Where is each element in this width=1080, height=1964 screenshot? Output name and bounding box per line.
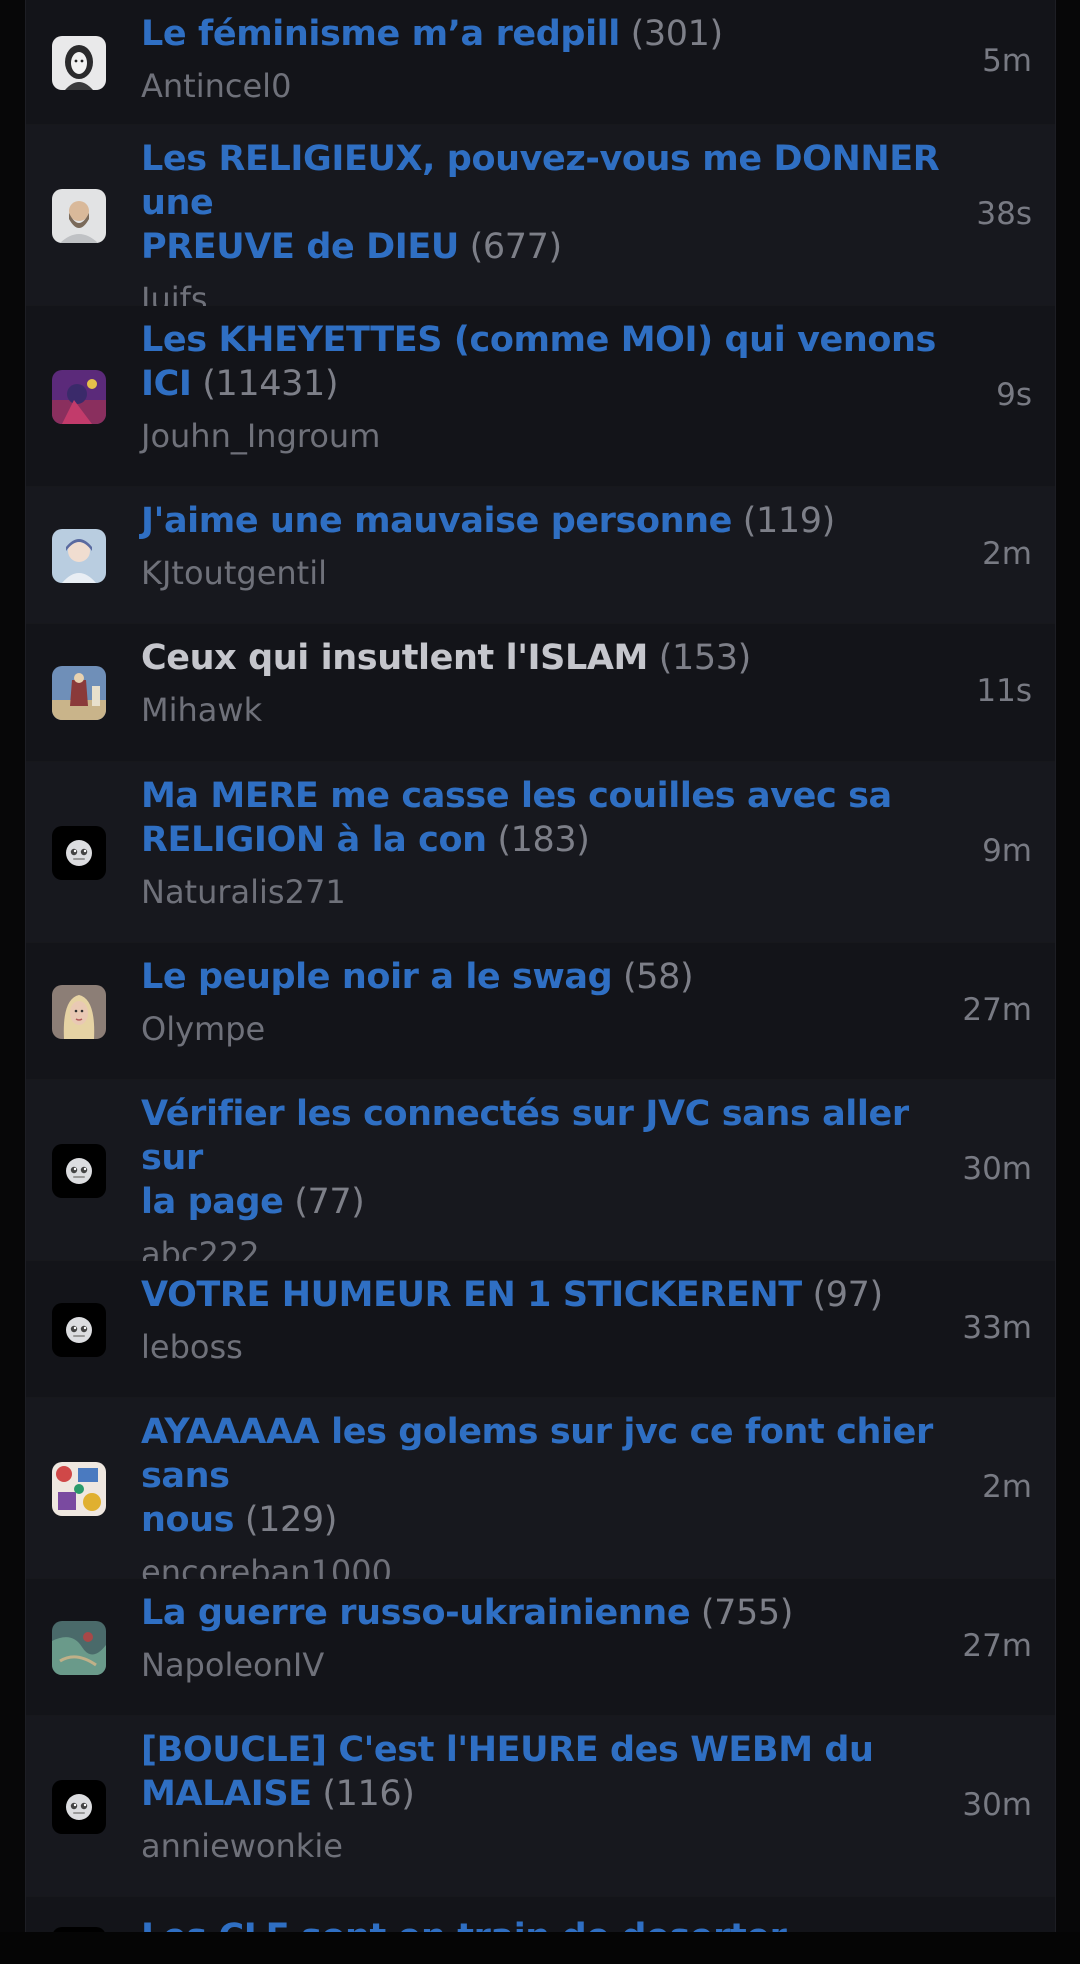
topic-content: Ceux qui insutlent l'ISLAM (153) Mihawk [141, 636, 971, 730]
topic-content: Les KHEYETTES (comme MOI) qui venons ICI … [141, 318, 971, 456]
anime-character-avatar[interactable] [52, 370, 106, 424]
topic-last-activity: 30m [962, 1151, 1032, 1187]
topic-reply-count: (755) [690, 1593, 794, 1633]
default-avatar[interactable] [52, 1303, 106, 1357]
topic-reply-count: (119) [732, 501, 836, 541]
topic-title[interactable]: AYAAAAA les golems sur jvc ce font chier… [141, 1410, 971, 1542]
topic-last-activity: 2m [982, 1469, 1032, 1505]
topic-row[interactable]: [BOUCLE] C'est l'HEURE des WEBM du MALAIS… [26, 1716, 1055, 1897]
topic-reply-count: (116) [311, 1774, 415, 1814]
topic-title-text[interactable]: VOTRE HUMEUR EN 1 STICKERENT [141, 1275, 802, 1315]
topic-title[interactable]: Le féminisme m’a redpill (301) [141, 12, 971, 56]
topic-content: J'aime une mauvaise personne (119) KJtout… [141, 499, 971, 593]
topic-content: AYAAAAA les golems sur jvc ce font chier… [141, 1410, 971, 1592]
topic-content: Ma MERE me casse les couilles avec sa REL… [141, 774, 971, 912]
topic-row[interactable]: VOTRE HUMEUR EN 1 STICKERENT (97) leboss 3… [26, 1261, 1055, 1398]
topic-row[interactable]: Ma MERE me casse les couilles avec sa REL… [26, 762, 1055, 943]
topic-author[interactable]: KJtoutgentil [141, 553, 971, 593]
anime-girl-avatar[interactable] [52, 529, 106, 583]
default-avatar[interactable] [52, 826, 106, 880]
bottom-edge [0, 1932, 1080, 1964]
topic-last-activity: 5m [982, 43, 1032, 79]
blonde-woman-avatar[interactable] [52, 985, 106, 1039]
topic-title-text[interactable]: Vérifier les connectés sur JVC sans alle… [141, 1094, 909, 1222]
topic-content: [BOUCLE] C'est l'HEURE des WEBM du MALAIS… [141, 1728, 971, 1866]
topic-content: Vérifier les connectés sur JVC sans alle… [141, 1092, 971, 1274]
topic-title[interactable]: Ceux qui insutlent l'ISLAM (153) [141, 636, 971, 680]
topic-reply-count: (183) [486, 820, 590, 860]
collage-avatar[interactable] [52, 1462, 106, 1516]
topic-last-activity: 30m [962, 1787, 1032, 1823]
topic-author[interactable]: Naturalis271 [141, 872, 971, 912]
topic-content: Le féminisme m’a redpill (301) Antincel0 [141, 12, 971, 106]
map-avatar[interactable] [52, 1621, 106, 1675]
topic-title[interactable]: La guerre russo-ukrainienne (755) [141, 1591, 971, 1635]
topic-reply-count: (153) [647, 638, 752, 678]
topic-title[interactable]: Les CLE sont en train de deserter [141, 1915, 971, 1932]
topic-title[interactable]: Les KHEYETTES (comme MOI) qui venons ICI … [141, 318, 971, 406]
topic-title-text[interactable]: J'aime une mauvaise personne [141, 501, 732, 541]
topic-title-text[interactable]: Le féminisme m’a redpill [141, 14, 620, 54]
topic-last-activity: 33m [962, 1310, 1032, 1346]
topic-author[interactable]: anniewonkie [141, 1826, 971, 1866]
topic-row[interactable]: Les CLE sont en train de deserter [26, 1897, 1055, 1932]
topic-row[interactable]: Le féminisme m’a redpill (301) Antincel0 5… [26, 0, 1055, 125]
topic-author[interactable]: Olympe [141, 1009, 971, 1049]
topic-last-activity: 9s [996, 377, 1032, 413]
topic-title[interactable]: J'aime une mauvaise personne (119) [141, 499, 971, 543]
topic-reply-count: (58) [612, 957, 694, 997]
girl-drawing-avatar[interactable] [52, 36, 106, 90]
topic-last-activity: 38s [976, 196, 1032, 232]
topic-row[interactable]: J'aime une mauvaise personne (119) KJtout… [26, 487, 1055, 624]
topic-reply-count: (97) [801, 1275, 883, 1315]
topic-reply-count: (11431) [191, 364, 339, 404]
painting-avatar[interactable] [52, 666, 106, 720]
bearded-man-avatar[interactable] [52, 189, 106, 243]
topic-row[interactable]: Les RELIGIEUX, pouvez-vous me DONNER une… [26, 125, 1055, 318]
default-avatar[interactable] [52, 1780, 106, 1834]
topic-title[interactable]: Ma MERE me casse les couilles avec sa REL… [141, 774, 971, 862]
topic-last-activity: 27m [962, 992, 1032, 1028]
topic-last-activity: 2m [982, 536, 1032, 572]
topic-author[interactable]: leboss [141, 1327, 971, 1367]
topic-title[interactable]: Le peuple noir a le swag (58) [141, 955, 971, 999]
topic-row[interactable]: La guerre russo-ukrainienne (755) Napoleo… [26, 1579, 1055, 1716]
topic-title-text[interactable]: [BOUCLE] C'est l'HEURE des WEBM du MALAIS… [141, 1730, 874, 1814]
topic-row[interactable]: AYAAAAA les golems sur jvc ce font chier… [26, 1398, 1055, 1591]
topic-content: La guerre russo-ukrainienne (755) Napoleo… [141, 1591, 971, 1685]
topic-list: Le féminisme m’a redpill (301) Antincel0 5… [25, 0, 1056, 1932]
topic-author[interactable]: Mihawk [141, 690, 971, 730]
topic-reply-count: (677) [458, 227, 563, 267]
topic-row[interactable]: Vérifier les connectés sur JVC sans alle… [26, 1080, 1055, 1273]
topic-author[interactable]: NapoleonIV [141, 1645, 971, 1685]
topic-title-text[interactable]: Le peuple noir a le swag [141, 957, 613, 997]
topic-content: Les CLE sont en train de deserter [141, 1915, 971, 1932]
topic-title-text[interactable]: La guerre russo-ukrainienne [141, 1593, 691, 1633]
topic-title[interactable]: Les RELIGIEUX, pouvez-vous me DONNER une… [141, 137, 971, 269]
topic-title[interactable]: [BOUCLE] C'est l'HEURE des WEBM du MALAIS… [141, 1728, 971, 1816]
topic-last-activity: 9m [982, 833, 1032, 869]
topic-content: Les RELIGIEUX, pouvez-vous me DONNER une… [141, 137, 971, 319]
topic-last-activity: 27m [962, 1628, 1032, 1664]
topic-title-text[interactable]: Les CLE sont en train de deserter [141, 1917, 787, 1932]
default-avatar[interactable] [52, 1144, 106, 1198]
topic-title-text[interactable]: Ceux qui insutlent l'ISLAM [141, 638, 648, 678]
topic-row[interactable]: Le peuple noir a le swag (58) Olympe 27m [26, 943, 1055, 1080]
forum-page: Le féminisme m’a redpill (301) Antincel0 5… [0, 0, 1080, 1964]
topic-content: Le peuple noir a le swag (58) Olympe [141, 955, 971, 1049]
topic-reply-count: (301) [619, 14, 724, 54]
topic-row[interactable]: Ceux qui insutlent l'ISLAM (153) Mihawk 11… [26, 624, 1055, 762]
topic-row[interactable]: Les KHEYETTES (comme MOI) qui venons ICI … [26, 306, 1055, 487]
topic-content: VOTRE HUMEUR EN 1 STICKERENT (97) leboss [141, 1273, 971, 1367]
topic-reply-count: (77) [283, 1182, 365, 1222]
topic-last-activity: 11s [976, 673, 1032, 709]
topic-title[interactable]: Vérifier les connectés sur JVC sans alle… [141, 1092, 971, 1224]
topic-title[interactable]: VOTRE HUMEUR EN 1 STICKERENT (97) [141, 1273, 971, 1317]
topic-author[interactable]: Antincel0 [141, 66, 971, 106]
topic-author[interactable]: Jouhn_Ingroum [141, 416, 971, 456]
topic-reply-count: (129) [234, 1500, 338, 1540]
